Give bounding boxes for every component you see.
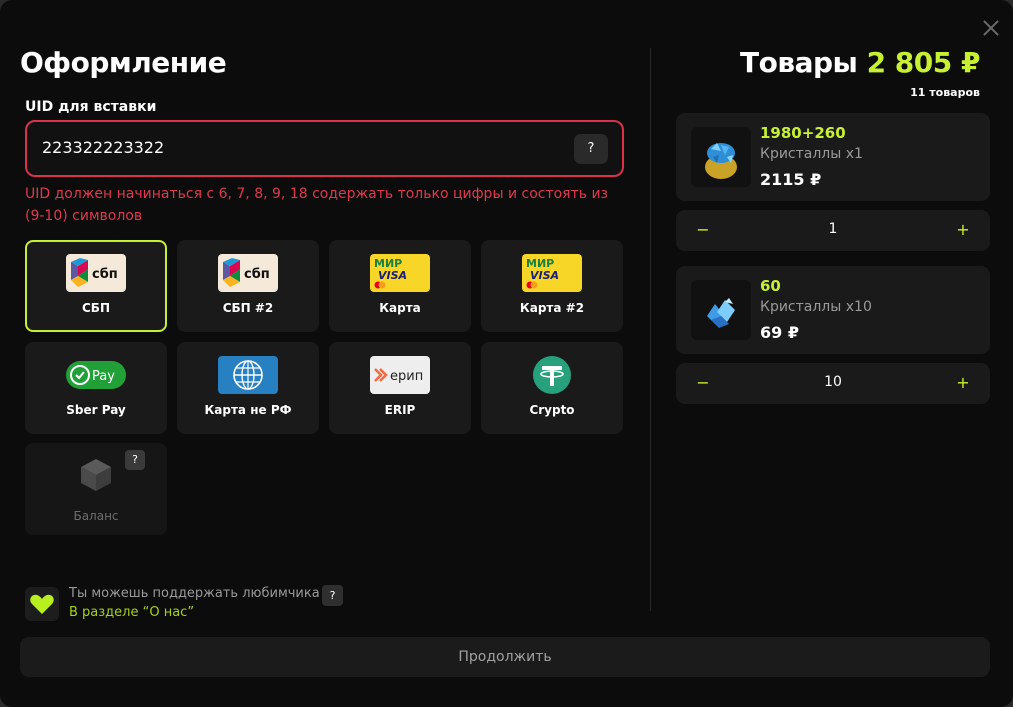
item-price: 2115 ₽: [760, 170, 822, 189]
cart-item: 60 Кристаллы x10 69 ₽: [676, 266, 990, 354]
uid-error-message: UID должен начинаться с 6, 7, 8, 9, 18 с…: [25, 186, 609, 224]
item-name: Кристаллы x1: [760, 146, 863, 162]
visa-logo-text: VISA: [378, 269, 407, 282]
visa-logo-text: VISA: [530, 269, 559, 282]
payment-label: СБП #2: [222, 301, 274, 315]
payment-sbp-2[interactable]: сбп СБП #2: [177, 240, 319, 332]
sbp-logo-icon: сбп: [66, 254, 126, 292]
erip-logo-text: ерип: [390, 369, 423, 384]
payment-sber-pay[interactable]: Pay Sber Pay: [25, 342, 167, 434]
quantity-value[interactable]: 10: [776, 374, 890, 390]
uid-input[interactable]: [42, 138, 542, 157]
erip-logo-icon: ерип: [370, 356, 430, 394]
mir-visa-logo-icon: МИР VISA: [370, 254, 430, 292]
goods-heading: Товары 2 805 ₽: [740, 46, 980, 79]
payment-label: Sber Pay: [66, 403, 126, 417]
increase-button[interactable]: +: [951, 373, 975, 392]
decrease-button[interactable]: −: [691, 373, 715, 392]
payment-label: СБП: [82, 301, 110, 315]
payment-erip[interactable]: ерип ERIP: [329, 342, 471, 434]
uid-label: UID для вставки: [25, 99, 157, 115]
checkout-modal: Оформление UID для вставки ? UID должен …: [0, 0, 1013, 707]
item-amount: 60: [760, 277, 781, 295]
crystals-icon: [691, 280, 751, 340]
crystal-bag-icon: [691, 127, 751, 187]
close-icon[interactable]: [980, 17, 1002, 39]
payment-label: Баланс: [73, 509, 119, 523]
goods-count: 11 товаров: [910, 86, 980, 99]
payment-crypto[interactable]: Crypto: [481, 342, 623, 434]
goods-title: Товары: [740, 46, 858, 79]
payment-balance[interactable]: ? Баланс: [25, 443, 167, 535]
goods-total: 2 805 ₽: [866, 46, 981, 79]
mir-visa-logo-icon: МИР VISA: [522, 254, 582, 292]
column-divider: [650, 48, 651, 611]
payment-label: Карта #2: [519, 301, 585, 315]
heart-icon: [25, 587, 59, 621]
cart-item: 1980+260 Кристаллы x1 2115 ₽: [676, 113, 990, 201]
support-about-link[interactable]: В разделе “О нас”: [69, 605, 194, 620]
item-name: Кристаллы x10: [760, 299, 872, 315]
uid-field: ?: [25, 120, 624, 177]
payment-card-non-rf[interactable]: Карта не РФ: [177, 342, 319, 434]
quantity-value[interactable]: 1: [776, 221, 890, 237]
sbp-logo-text: сбп: [244, 267, 270, 282]
uid-help-button[interactable]: ?: [574, 134, 608, 164]
sber-pay-logo-icon: Pay: [66, 356, 126, 394]
quantity-stepper: − 10 +: [676, 363, 990, 404]
sbp-logo-text: сбп: [92, 267, 118, 282]
page-title: Оформление: [20, 46, 227, 79]
payment-label: Crypto: [529, 403, 575, 417]
continue-button[interactable]: Продолжить: [20, 637, 990, 677]
globe-icon: [218, 356, 278, 394]
payment-sbp[interactable]: сбп СБП: [25, 240, 167, 332]
support-text: Ты можешь поддержать любимчика: [69, 586, 320, 601]
decrease-button[interactable]: −: [691, 220, 715, 239]
payment-label: ERIP: [384, 403, 416, 417]
payment-label: Карта: [379, 301, 421, 315]
item-amount: 1980+260: [760, 124, 846, 142]
payment-label: Карта не РФ: [204, 403, 292, 417]
cube-icon: [78, 457, 114, 497]
sber-pay-logo-text: Pay: [92, 369, 115, 384]
payment-card-2[interactable]: МИР VISA Карта #2: [481, 240, 623, 332]
quantity-stepper: − 1 +: [676, 210, 990, 251]
sbp-logo-icon: сбп: [218, 254, 278, 292]
support-help-button[interactable]: ?: [322, 585, 343, 606]
payment-card[interactable]: МИР VISA Карта: [329, 240, 471, 332]
item-price: 69 ₽: [760, 323, 799, 342]
tether-icon: [522, 356, 582, 394]
increase-button[interactable]: +: [951, 220, 975, 239]
balance-help-button[interactable]: ?: [125, 450, 145, 470]
